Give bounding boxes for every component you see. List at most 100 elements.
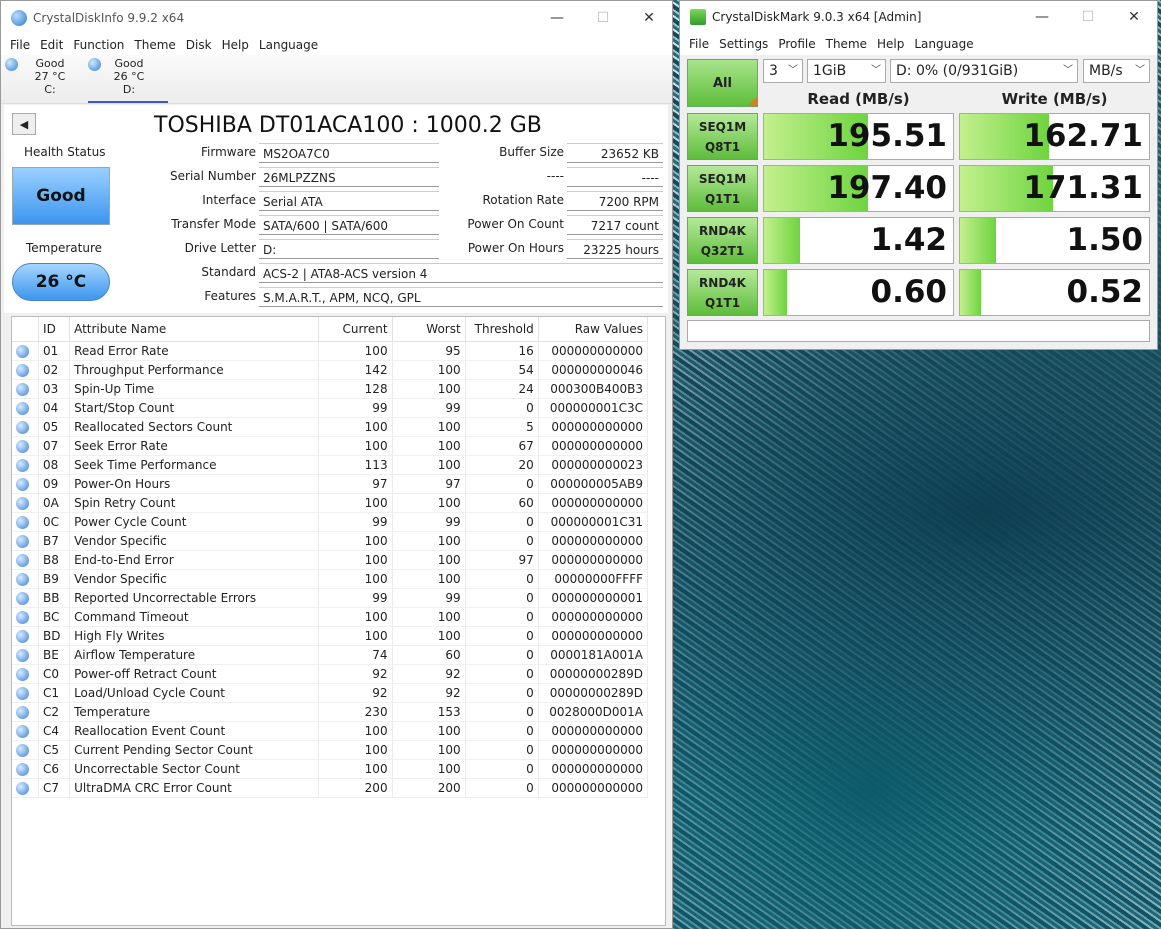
status-dot-icon: [16, 668, 29, 681]
test-queue: Q1T1: [704, 191, 741, 206]
serial-value: 26MLPZZNS: [259, 167, 439, 187]
table-row[interactable]: B7 Vendor Specific 100 100 0 000000000000: [12, 531, 649, 551]
menu-language[interactable]: Language: [254, 38, 323, 52]
row-status-cell: [12, 664, 40, 684]
menu-theme[interactable]: Theme: [129, 38, 180, 52]
close-icon[interactable]: ✕: [1111, 1, 1157, 33]
table-row[interactable]: BE Airflow Temperature 74 60 0 0000181A001A: [12, 645, 649, 665]
table-row[interactable]: 05 Reallocated Sectors Count 100 100 5 000000…: [12, 417, 649, 437]
table-row[interactable]: 01 Read Error Rate 100 95 16 000000000000: [12, 341, 649, 361]
table-row[interactable]: 02 Throughput Performance 142 100 54 00000000…: [12, 360, 649, 380]
menu-file[interactable]: File: [5, 38, 35, 52]
status-dot-icon: [16, 630, 29, 643]
current-value: 100: [318, 607, 393, 627]
write-speed-value: 0.52: [1066, 274, 1144, 310]
threshold-value: 0: [465, 664, 539, 684]
minimize-icon[interactable]: —: [534, 1, 580, 35]
menu-settings[interactable]: Settings: [714, 37, 773, 51]
drive-select[interactable]: D: 0% (0/931GiB) ﹀: [890, 59, 1078, 83]
raw-value: 000300B400B3: [538, 379, 649, 399]
table-row[interactable]: C4 Reallocation Event Count 100 100 0 0000000…: [12, 721, 649, 741]
status-column-header[interactable]: [12, 317, 40, 342]
corner-triangle-icon: [748, 97, 757, 106]
menu-file[interactable]: File: [684, 37, 714, 51]
temperature-button[interactable]: 26 °C: [12, 263, 110, 301]
close-icon[interactable]: ✕: [626, 1, 672, 35]
transfer-mode-value: SATA/600 | SATA/600: [259, 215, 439, 235]
minimize-icon[interactable]: —: [1019, 1, 1065, 33]
raw-value: 000000000000: [538, 626, 649, 646]
table-row[interactable]: C1 Load/Unload Cycle Count 92 92 0 0000000028…: [12, 683, 649, 703]
attribute-name-column-header[interactable]: Attribute Name: [69, 317, 320, 342]
current-value: 230: [318, 702, 393, 722]
table-row[interactable]: 03 Spin-Up Time 128 100 24 000300B400B3: [12, 379, 649, 399]
table-row[interactable]: C7 UltraDMA CRC Error Count 200 200 0 0000000…: [12, 778, 649, 798]
row-status-cell: [12, 360, 40, 380]
smart-attributes-list[interactable]: ID Attribute Name Current Worst Threshol…: [11, 316, 666, 926]
id-column-header[interactable]: ID: [38, 317, 71, 342]
threshold-value: 0: [465, 778, 539, 798]
current-column-header[interactable]: Current: [318, 317, 393, 342]
current-value: 100: [318, 493, 393, 513]
table-row[interactable]: BC Command Timeout 100 100 0 000000000000: [12, 607, 649, 627]
attribute-id: B9: [38, 569, 71, 589]
attribute-name: Seek Error Rate: [69, 436, 320, 456]
table-row[interactable]: B8 End-to-End Error 100 100 97 000000000000: [12, 550, 649, 570]
menu-function[interactable]: Function: [68, 38, 129, 52]
table-row[interactable]: B9 Vendor Specific 100 100 0 00000000FFFF: [12, 569, 649, 589]
all-button[interactable]: All: [687, 59, 758, 107]
disk-tab-c[interactable]: Good 27 °C C:: [5, 57, 85, 96]
health-status-button[interactable]: Good: [12, 167, 110, 225]
table-row[interactable]: BB Reported Uncorrectable Errors 99 99 0 0000…: [12, 588, 649, 608]
write-result-cell: 171.31: [959, 165, 1150, 212]
read-speed-value: 1.42: [870, 222, 948, 258]
prev-disk-arrow-icon[interactable]: ◀: [12, 113, 36, 135]
table-row[interactable]: 0A Spin Retry Count 100 100 60 000000000000: [12, 493, 649, 513]
attribute-name: Start/Stop Count: [69, 398, 320, 418]
status-dot-icon: [16, 554, 29, 567]
current-value: 100: [318, 740, 393, 760]
table-row[interactable]: C2 Temperature 230 153 0 0028000D001A: [12, 702, 649, 722]
worst-column-header[interactable]: Worst: [392, 317, 466, 342]
disk-tab-d[interactable]: Good 26 °C D:: [88, 57, 168, 103]
table-row[interactable]: 08 Seek Time Performance 113 100 20 000000000…: [12, 455, 649, 475]
read-speed-value: 195.51: [827, 118, 947, 154]
raw-values-column-header[interactable]: Raw Values: [538, 317, 649, 342]
menu-language[interactable]: Language: [909, 37, 978, 51]
test-button-rnd4k-q1t1[interactable]: RND4K Q1T1: [687, 269, 758, 316]
table-row[interactable]: C0 Power-off Retract Count 92 92 0 0000000028…: [12, 664, 649, 684]
menu-help[interactable]: Help: [217, 38, 254, 52]
table-row[interactable]: 07 Seek Error Rate 100 100 67 000000000000: [12, 436, 649, 456]
menu-theme[interactable]: Theme: [821, 37, 872, 51]
menu-edit[interactable]: Edit: [35, 38, 68, 52]
disk-temp: 26 °C: [113, 70, 145, 83]
menu-profile[interactable]: Profile: [773, 37, 820, 51]
current-value: 200: [318, 778, 393, 798]
test-button-seq1m-q1t1[interactable]: SEQ1M Q1T1: [687, 165, 758, 212]
attribute-name: UltraDMA CRC Error Count: [69, 778, 320, 798]
unit-select[interactable]: MB/s ﹀: [1083, 59, 1150, 83]
table-row[interactable]: C6 Uncorrectable Sector Count 100 100 0 00000…: [12, 759, 649, 779]
status-dot-icon: [16, 706, 29, 719]
status-dot-icon: [16, 364, 29, 377]
attribute-name: Vendor Specific: [69, 569, 320, 589]
menu-disk[interactable]: Disk: [181, 38, 217, 52]
menu-help[interactable]: Help: [872, 37, 909, 51]
table-row[interactable]: 0C Power Cycle Count 99 99 0 000000001C31: [12, 512, 649, 532]
comment-field[interactable]: [687, 320, 1150, 342]
raw-value: 000000001C3C: [538, 398, 649, 418]
table-row[interactable]: 04 Start/Stop Count 99 99 0 000000001C3C: [12, 398, 649, 418]
threshold-value: 20: [465, 455, 539, 475]
threshold-value: 0: [465, 683, 539, 703]
size-select[interactable]: 1GiB ﹀: [807, 59, 886, 83]
current-value: 74: [318, 645, 393, 665]
test-button-rnd4k-q32t1[interactable]: RND4K Q32T1: [687, 217, 758, 264]
raw-value: 00000000289D: [538, 664, 649, 684]
count-select[interactable]: 3 ﹀: [763, 59, 803, 83]
threshold-column-header[interactable]: Threshold: [465, 317, 539, 342]
table-row[interactable]: 09 Power-On Hours 97 97 0 000000005AB9: [12, 474, 649, 494]
table-row[interactable]: BD High Fly Writes 100 100 0 000000000000: [12, 626, 649, 646]
test-button-seq1m-q8t1[interactable]: SEQ1M Q8T1: [687, 113, 758, 160]
table-row[interactable]: C5 Current Pending Sector Count 100 100 0 000…: [12, 740, 649, 760]
current-value: 99: [318, 398, 393, 418]
